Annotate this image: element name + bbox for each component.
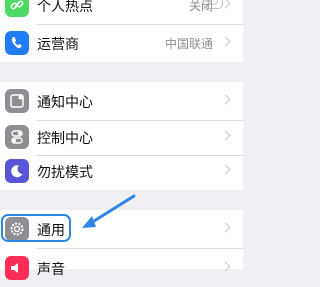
annotation-arrow-icon — [82, 194, 136, 228]
